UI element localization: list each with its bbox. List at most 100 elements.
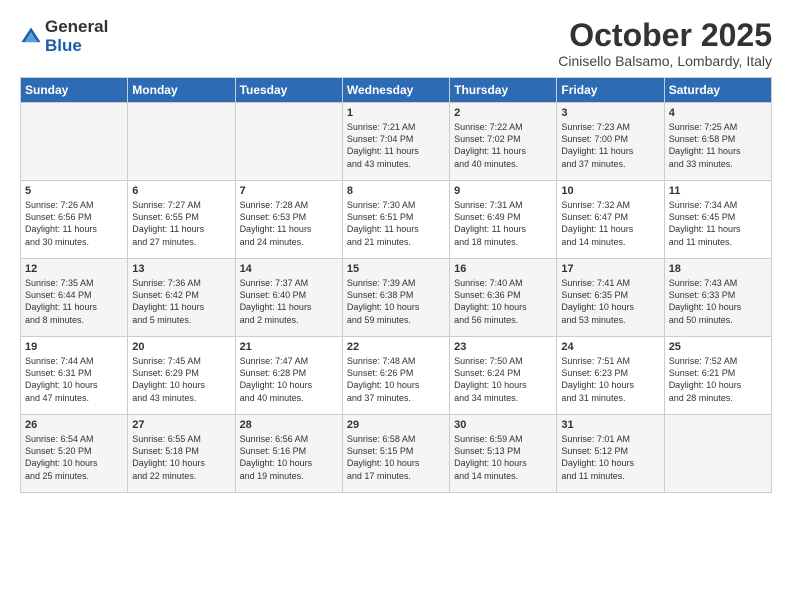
day-cell: 2Sunrise: 7:22 AM Sunset: 7:02 PM Daylig…	[450, 103, 557, 181]
day-cell: 27 Sunrise: 6:55 AM Sunset: 5:18 PM Dayli…	[128, 415, 235, 493]
day-number: 1	[347, 107, 445, 119]
day-cell: 28 Sunrise: 6:56 AM Sunset: 5:16 PM Dayli…	[235, 415, 342, 493]
day-number: 13	[132, 263, 230, 275]
day-info: Sunrise: 7:43 AM Sunset: 6:33 PM Dayligh…	[669, 277, 767, 326]
day-cell: 23 Sunrise: 7:50 AM Sunset: 6:24 PM Dayli…	[450, 337, 557, 415]
day-info: Sunrise: 7:35 AM Sunset: 6:44 PM Dayligh…	[25, 277, 123, 326]
day-info: Sunrise: 6:56 AM Sunset: 5:16 PM Dayligh…	[240, 433, 338, 482]
day-cell	[21, 103, 128, 181]
day-number: 5	[25, 185, 123, 197]
day-number: 26	[25, 419, 123, 431]
day-info: Sunrise: 7:27 AM Sunset: 6:55 PM Dayligh…	[132, 199, 230, 248]
day-cell: 1 Sunrise: 7:21 AM Sunset: 7:04 PM Daylig…	[342, 103, 449, 181]
calendar-table: SundayMondayTuesdayWednesdayThursdayFrid…	[20, 77, 772, 493]
day-info: Sunrise: 7:31 AM Sunset: 6:49 PM Dayligh…	[454, 199, 552, 248]
day-info: Sunrise: 7:26 AM Sunset: 6:56 PM Dayligh…	[25, 199, 123, 248]
day-number: 28	[240, 419, 338, 431]
day-number: 24	[561, 341, 659, 353]
day-cell: 25 Sunrise: 7:52 AM Sunset: 6:21 PM Dayli…	[664, 337, 771, 415]
day-cell: 3Sunrise: 7:23 AM Sunset: 7:00 PM Daylig…	[557, 103, 664, 181]
day-info: Sunrise: 6:54 AM Sunset: 5:20 PM Dayligh…	[25, 433, 123, 482]
day-number: 31	[561, 419, 659, 431]
day-info: Sunrise: 7:47 AM Sunset: 6:28 PM Dayligh…	[240, 355, 338, 404]
week-row-5: 26 Sunrise: 6:54 AM Sunset: 5:20 PM Dayli…	[21, 415, 772, 493]
day-cell: 12 Sunrise: 7:35 AM Sunset: 6:44 PM Dayli…	[21, 259, 128, 337]
day-cell: 18Sunrise: 7:43 AM Sunset: 6:33 PM Dayli…	[664, 259, 771, 337]
day-number: 12	[25, 263, 123, 275]
week-row-1: 1 Sunrise: 7:21 AM Sunset: 7:04 PM Daylig…	[21, 103, 772, 181]
location-subtitle: Cinisello Balsamo, Lombardy, Italy	[558, 53, 772, 69]
day-cell: 21 Sunrise: 7:47 AM Sunset: 6:28 PM Dayli…	[235, 337, 342, 415]
day-number: 4	[669, 107, 767, 119]
day-number: 25	[669, 341, 767, 353]
day-info: Sunrise: 7:52 AM Sunset: 6:21 PM Dayligh…	[669, 355, 767, 404]
day-info: Sunrise: 6:55 AM Sunset: 5:18 PM Dayligh…	[132, 433, 230, 482]
day-cell	[664, 415, 771, 493]
day-cell: 11Sunrise: 7:34 AM Sunset: 6:45 PM Dayli…	[664, 181, 771, 259]
day-cell: 20 Sunrise: 7:45 AM Sunset: 6:29 PM Dayli…	[128, 337, 235, 415]
day-cell: 30 Sunrise: 6:59 AM Sunset: 5:13 PM Dayli…	[450, 415, 557, 493]
day-info: Sunrise: 7:34 AM Sunset: 6:45 PM Dayligh…	[669, 199, 767, 248]
day-cell: 26 Sunrise: 6:54 AM Sunset: 5:20 PM Dayli…	[21, 415, 128, 493]
calendar-page: General Blue October 2025 Cinisello Bals…	[0, 0, 792, 612]
header: General Blue October 2025 Cinisello Bals…	[20, 18, 772, 69]
day-cell: 10Sunrise: 7:32 AM Sunset: 6:47 PM Dayli…	[557, 181, 664, 259]
day-info: Sunrise: 6:58 AM Sunset: 5:15 PM Dayligh…	[347, 433, 445, 482]
day-number: 7	[240, 185, 338, 197]
day-info: Sunrise: 7:40 AM Sunset: 6:36 PM Dayligh…	[454, 277, 552, 326]
day-number: 9	[454, 185, 552, 197]
day-cell: 9 Sunrise: 7:31 AM Sunset: 6:49 PM Daylig…	[450, 181, 557, 259]
day-cell: 16 Sunrise: 7:40 AM Sunset: 6:36 PM Dayli…	[450, 259, 557, 337]
day-number: 30	[454, 419, 552, 431]
day-number: 17	[561, 263, 659, 275]
header-day-tuesday: Tuesday	[235, 78, 342, 103]
day-number: 21	[240, 341, 338, 353]
day-number: 3	[561, 107, 659, 119]
day-cell: 4 Sunrise: 7:25 AM Sunset: 6:58 PM Daylig…	[664, 103, 771, 181]
header-day-sunday: Sunday	[21, 78, 128, 103]
day-info: Sunrise: 7:50 AM Sunset: 6:24 PM Dayligh…	[454, 355, 552, 404]
header-row: SundayMondayTuesdayWednesdayThursdayFrid…	[21, 78, 772, 103]
day-number: 23	[454, 341, 552, 353]
logo-blue-text: Blue	[45, 36, 82, 55]
day-cell: 29Sunrise: 6:58 AM Sunset: 5:15 PM Dayli…	[342, 415, 449, 493]
day-cell: 15 Sunrise: 7:39 AM Sunset: 6:38 PM Dayli…	[342, 259, 449, 337]
header-day-friday: Friday	[557, 78, 664, 103]
day-number: 27	[132, 419, 230, 431]
logo-general-text: General	[45, 17, 108, 36]
day-number: 15	[347, 263, 445, 275]
day-cell: 24 Sunrise: 7:51 AM Sunset: 6:23 PM Dayli…	[557, 337, 664, 415]
day-info: Sunrise: 7:48 AM Sunset: 6:26 PM Dayligh…	[347, 355, 445, 404]
day-info: Sunrise: 7:39 AM Sunset: 6:38 PM Dayligh…	[347, 277, 445, 326]
day-number: 22	[347, 341, 445, 353]
day-cell: 13Sunrise: 7:36 AM Sunset: 6:42 PM Dayli…	[128, 259, 235, 337]
day-info: Sunrise: 7:21 AM Sunset: 7:04 PM Dayligh…	[347, 121, 445, 170]
week-row-3: 12 Sunrise: 7:35 AM Sunset: 6:44 PM Dayli…	[21, 259, 772, 337]
day-cell: 22 Sunrise: 7:48 AM Sunset: 6:26 PM Dayli…	[342, 337, 449, 415]
day-number: 19	[25, 341, 123, 353]
day-info: Sunrise: 7:37 AM Sunset: 6:40 PM Dayligh…	[240, 277, 338, 326]
day-info: Sunrise: 7:25 AM Sunset: 6:58 PM Dayligh…	[669, 121, 767, 170]
day-info: Sunrise: 7:01 AM Sunset: 5:12 PM Dayligh…	[561, 433, 659, 482]
logo: General Blue	[20, 18, 108, 55]
day-cell: 14 Sunrise: 7:37 AM Sunset: 6:40 PM Dayli…	[235, 259, 342, 337]
day-info: Sunrise: 7:32 AM Sunset: 6:47 PM Dayligh…	[561, 199, 659, 248]
day-number: 20	[132, 341, 230, 353]
logo-icon	[20, 26, 42, 48]
day-cell: 8Sunrise: 7:30 AM Sunset: 6:51 PM Daylig…	[342, 181, 449, 259]
day-info: Sunrise: 6:59 AM Sunset: 5:13 PM Dayligh…	[454, 433, 552, 482]
header-day-monday: Monday	[128, 78, 235, 103]
day-info: Sunrise: 7:51 AM Sunset: 6:23 PM Dayligh…	[561, 355, 659, 404]
day-number: 6	[132, 185, 230, 197]
day-cell: 5 Sunrise: 7:26 AM Sunset: 6:56 PM Daylig…	[21, 181, 128, 259]
day-info: Sunrise: 7:30 AM Sunset: 6:51 PM Dayligh…	[347, 199, 445, 248]
day-info: Sunrise: 7:45 AM Sunset: 6:29 PM Dayligh…	[132, 355, 230, 404]
header-day-thursday: Thursday	[450, 78, 557, 103]
day-number: 14	[240, 263, 338, 275]
day-cell	[235, 103, 342, 181]
day-number: 2	[454, 107, 552, 119]
day-info: Sunrise: 7:28 AM Sunset: 6:53 PM Dayligh…	[240, 199, 338, 248]
day-info: Sunrise: 7:44 AM Sunset: 6:31 PM Dayligh…	[25, 355, 123, 404]
title-block: October 2025 Cinisello Balsamo, Lombardy…	[558, 18, 772, 69]
day-number: 16	[454, 263, 552, 275]
